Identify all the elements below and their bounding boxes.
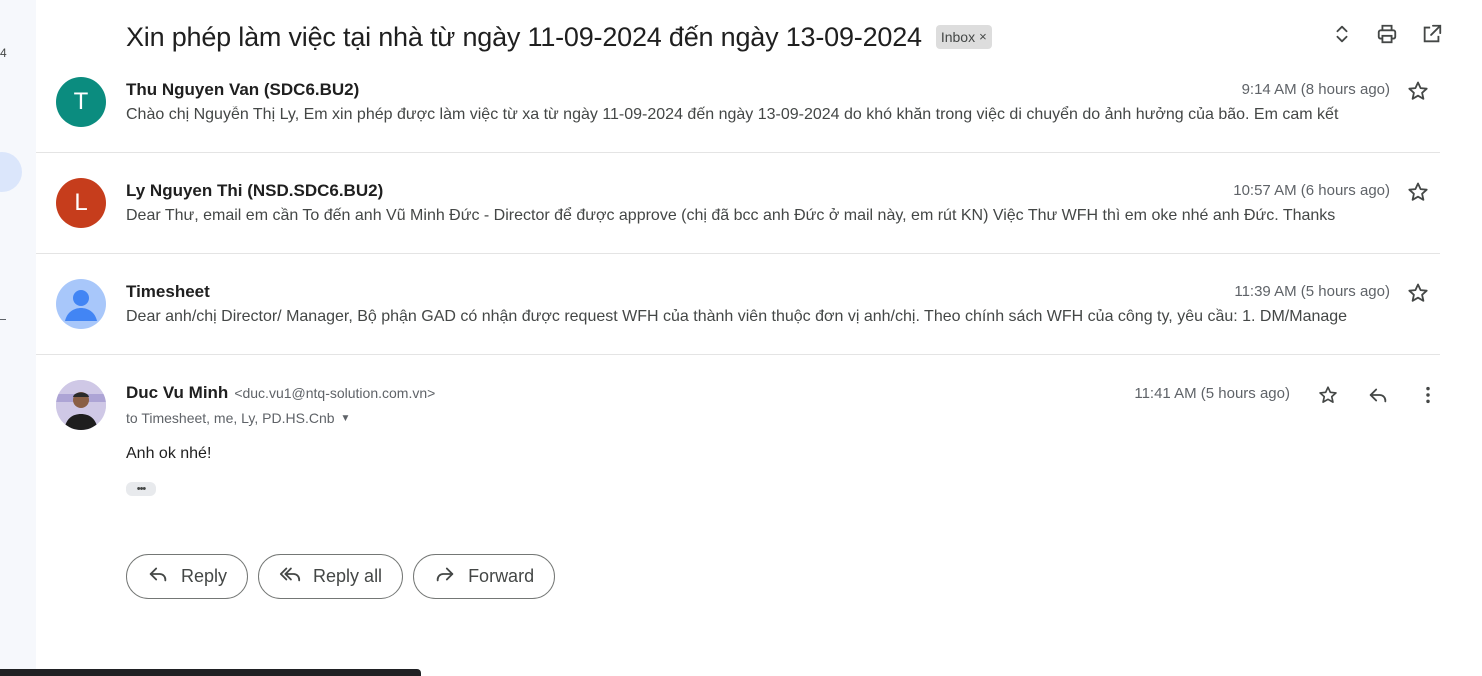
- active-nav-indicator[interactable]: [0, 152, 22, 192]
- bottom-overlay-bar: [0, 669, 421, 676]
- message-snippet: Dear anh/chị Director/ Manager, Bộ phận …: [126, 308, 1348, 325]
- page-title: Xin phép làm việc tại nhà từ ngày 11-09-…: [126, 21, 922, 52]
- reply-all-icon: [279, 563, 301, 590]
- sender-name[interactable]: Duc Vu Minh: [126, 383, 228, 403]
- collapsed-message[interactable]: T Thu Nguyen Van (SDC6.BU2) Chào chị Ngu…: [36, 52, 1440, 153]
- message-actions: [1316, 383, 1440, 407]
- reply-label: Reply: [181, 566, 228, 586]
- message-time: 11:39 AM (5 hours ago): [1234, 283, 1390, 300]
- expand-all-icon[interactable]: [1330, 22, 1354, 46]
- message-time: 10:57 AM (6 hours ago): [1233, 182, 1390, 199]
- forward-label: Forward: [468, 566, 535, 586]
- reply-all-label: Reply all: [313, 566, 383, 586]
- reply-icon[interactable]: [1366, 383, 1390, 407]
- message-time: 11:41 AM (5 hours ago): [1134, 385, 1290, 402]
- reply-all-button[interactable]: Reply all: [258, 554, 404, 599]
- open-in-new-window-icon[interactable]: [1420, 22, 1444, 46]
- recipients-text: to Timesheet, me, Ly, PD.HS.Cnb: [126, 410, 335, 426]
- message-time: 9:14 AM (8 hours ago): [1241, 81, 1390, 98]
- more-options-icon[interactable]: [1416, 383, 1440, 407]
- subject-header: Xin phép làm việc tại nhà từ ngày 11-09-…: [126, 17, 992, 57]
- thread-toolbar: [1330, 22, 1444, 46]
- message-snippet: Dear Thư, email em cần To đến anh Vũ Min…: [126, 207, 1336, 224]
- reply-icon: [147, 563, 169, 590]
- left-navigation-strip: 4: [0, 0, 36, 676]
- unread-count: 4: [0, 46, 7, 60]
- collapsed-message[interactable]: Timesheet Dear anh/chị Director/ Manager…: [36, 254, 1440, 355]
- nav-divider: [0, 319, 6, 320]
- reply-actions: Reply Reply all Forward: [126, 554, 556, 599]
- recipients-line: to Timesheet, me, Ly, PD.HS.Cnb ▼: [126, 410, 350, 426]
- sender-line: Duc Vu Minh <duc.vu1@ntq-solution.com.vn…: [126, 383, 435, 403]
- sender-name: Ly Nguyen Thi (NSD.SDC6.BU2): [126, 181, 384, 200]
- print-icon[interactable]: [1375, 22, 1399, 46]
- avatar: L: [56, 178, 106, 228]
- label-text: Inbox: [940, 28, 976, 45]
- sender-name: Thu Nguyen Van (SDC6.BU2): [126, 80, 360, 99]
- remove-label-icon[interactable]: ×: [979, 29, 987, 44]
- inbox-label-chip[interactable]: Inbox ×: [935, 25, 992, 49]
- avatar[interactable]: [56, 380, 106, 430]
- star-icon[interactable]: [1316, 383, 1340, 407]
- avatar: T: [56, 77, 106, 127]
- show-trimmed-content-button[interactable]: •••: [126, 482, 156, 496]
- collapsed-message[interactable]: L Ly Nguyen Thi (NSD.SDC6.BU2) Dear Thư,…: [36, 153, 1440, 254]
- reply-button[interactable]: Reply: [126, 554, 249, 599]
- message-body: Anh ok nhé!: [126, 445, 212, 462]
- forward-button[interactable]: Forward: [413, 554, 556, 599]
- forward-icon: [434, 563, 456, 590]
- show-details-icon[interactable]: ▼: [341, 413, 351, 424]
- person-avatar-icon: [56, 279, 106, 329]
- star-icon[interactable]: [1406, 180, 1430, 204]
- message-snippet: Chào chị Nguyễn Thị Ly, Em xin phép được…: [126, 106, 1339, 123]
- sender-email: <duc.vu1@ntq-solution.com.vn>: [234, 385, 436, 401]
- sender-name: Timesheet: [126, 282, 210, 301]
- star-icon[interactable]: [1406, 281, 1430, 305]
- expanded-message: Duc Vu Minh <duc.vu1@ntq-solution.com.vn…: [36, 355, 1440, 655]
- star-icon[interactable]: [1406, 79, 1430, 103]
